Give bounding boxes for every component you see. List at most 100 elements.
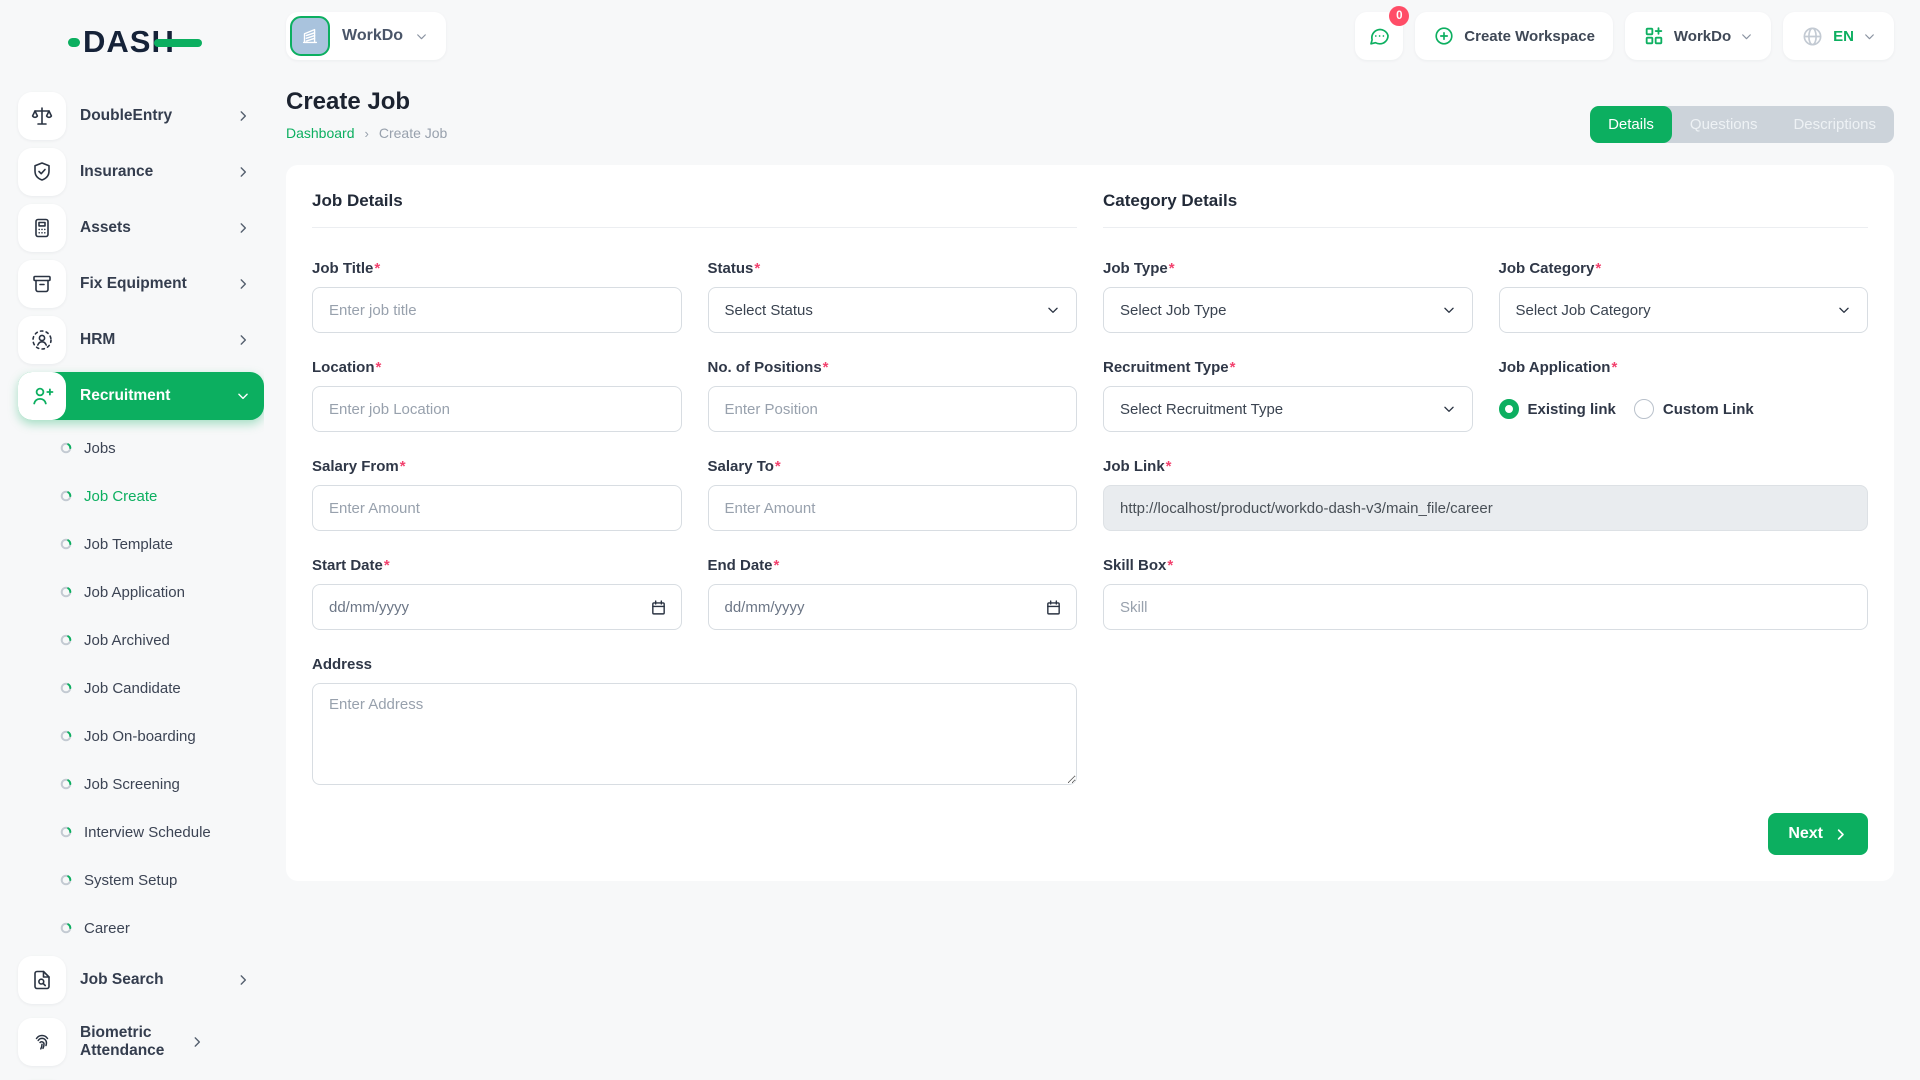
workspace-avatar bbox=[290, 16, 330, 56]
brand-logo[interactable]: DASH bbox=[68, 20, 264, 64]
sidebar-item-label: Job Search bbox=[80, 971, 236, 989]
chevron-right-icon bbox=[236, 109, 250, 123]
end-date-input[interactable]: dd/mm/yyyy bbox=[708, 584, 1078, 630]
workspace-name: WorkDo bbox=[342, 27, 403, 45]
circle-plus-icon bbox=[1433, 25, 1455, 47]
sidebar-subitem-job-create[interactable]: Job Create bbox=[18, 476, 264, 516]
sidebar-item-label: Biometric Attendance bbox=[80, 1024, 190, 1060]
job-category-field: Job Category* Select Job Category bbox=[1499, 260, 1869, 333]
sidebar-item-biometric-attendance[interactable]: Biometric Attendance bbox=[18, 1012, 264, 1072]
salary-from-input[interactable] bbox=[312, 485, 682, 531]
chevron-down-icon bbox=[1740, 30, 1753, 43]
workdo-menu-button[interactable]: WorkDo bbox=[1625, 12, 1771, 60]
calendar-icon[interactable] bbox=[650, 599, 667, 616]
sidebar-item-doubleentry[interactable]: DoubleEntry bbox=[18, 92, 264, 140]
loader-bullet-icon bbox=[60, 634, 72, 646]
existing-link-radio[interactable]: Existing link bbox=[1499, 399, 1616, 419]
sidebar-subitem-label: Job Candidate bbox=[84, 680, 181, 697]
recruitment-type-select[interactable]: Select Recruitment Type bbox=[1103, 386, 1473, 432]
sidebar-subitem-job-application[interactable]: Job Application bbox=[18, 572, 264, 612]
loader-bullet-icon bbox=[60, 490, 72, 502]
start-date-label: Start Date* bbox=[312, 557, 682, 574]
salary-to-input[interactable] bbox=[708, 485, 1078, 531]
status-label: Status* bbox=[708, 260, 1078, 277]
create-job-card: Job Details Job Title* Status* Select St… bbox=[286, 165, 1894, 881]
status-select[interactable]: Select Status bbox=[708, 287, 1078, 333]
sidebar-item-job-search[interactable]: Job Search bbox=[18, 956, 264, 1004]
workspace-selector[interactable]: WorkDo bbox=[286, 12, 446, 60]
skill-box-label: Skill Box* bbox=[1103, 557, 1868, 574]
hrm-users-icon bbox=[18, 316, 66, 364]
step-tabs: Details Questions Descriptions bbox=[1590, 106, 1894, 143]
positions-input[interactable] bbox=[708, 386, 1078, 432]
create-workspace-label: Create Workspace bbox=[1464, 28, 1595, 45]
end-date-label: End Date* bbox=[708, 557, 1078, 574]
sidebar-subitem-career[interactable]: Career bbox=[18, 908, 264, 948]
sidebar-subitem-job-onboarding[interactable]: Job On-boarding bbox=[18, 716, 264, 756]
app-root: DASH DoubleEntry Insurance bbox=[0, 0, 1920, 1080]
messages-button[interactable]: 0 bbox=[1355, 12, 1403, 60]
file-search-icon bbox=[18, 956, 66, 1004]
chevron-down-icon bbox=[415, 30, 428, 43]
page-title-block: Create Job Dashboard › Create Job bbox=[286, 88, 447, 141]
sidebar-subitem-job-template[interactable]: Job Template bbox=[18, 524, 264, 564]
positions-field: No. of Positions* bbox=[708, 359, 1078, 432]
tab-details[interactable]: Details bbox=[1590, 106, 1672, 143]
end-date-field: End Date* dd/mm/yyyy bbox=[708, 557, 1078, 630]
breadcrumb-separator: › bbox=[365, 126, 369, 141]
sidebar-item-label: DoubleEntry bbox=[80, 107, 236, 125]
shield-check-icon bbox=[18, 148, 66, 196]
recruitment-type-field: Recruitment Type* Select Recruitment Typ… bbox=[1103, 359, 1473, 432]
sidebar-item-assets[interactable]: Assets bbox=[18, 204, 264, 252]
language-selector[interactable]: EN bbox=[1783, 12, 1894, 60]
grid-plus-icon bbox=[1643, 25, 1665, 47]
create-workspace-button[interactable]: Create Workspace bbox=[1415, 12, 1613, 60]
radio-unchecked-icon bbox=[1634, 399, 1654, 419]
skill-input[interactable] bbox=[1103, 584, 1868, 630]
chevron-right-icon bbox=[190, 1035, 204, 1049]
sidebar-subitem-system-setup[interactable]: System Setup bbox=[18, 860, 264, 900]
sidebar-item-hrm[interactable]: HRM bbox=[18, 316, 264, 364]
location-input[interactable] bbox=[312, 386, 682, 432]
job-link-readonly-input: http://localhost/product/workdo-dash-v3/… bbox=[1103, 485, 1868, 531]
sidebar-subitem-interview-schedule[interactable]: Interview Schedule bbox=[18, 812, 264, 852]
job-type-select[interactable]: Select Job Type bbox=[1103, 287, 1473, 333]
logo-dot bbox=[68, 38, 80, 47]
chevron-right-icon bbox=[1833, 827, 1848, 842]
sidebar-subitem-label: Jobs bbox=[84, 440, 116, 457]
calendar-icon[interactable] bbox=[1045, 599, 1062, 616]
tab-descriptions[interactable]: Descriptions bbox=[1775, 106, 1894, 143]
start-date-input[interactable]: dd/mm/yyyy bbox=[312, 584, 682, 630]
sidebar-item-recruitment[interactable]: Recruitment bbox=[18, 372, 264, 420]
messages-badge: 0 bbox=[1389, 6, 1409, 26]
loader-bullet-icon bbox=[60, 922, 72, 934]
job-application-radio-group: Existing link Custom Link bbox=[1499, 386, 1869, 432]
sidebar-nav: DoubleEntry Insurance Assets bbox=[18, 92, 264, 1080]
job-title-input[interactable] bbox=[312, 287, 682, 333]
job-application-label: Job Application* bbox=[1499, 359, 1869, 376]
job-type-label: Job Type* bbox=[1103, 260, 1473, 277]
tab-questions[interactable]: Questions bbox=[1672, 106, 1776, 143]
logo-green-bar bbox=[154, 39, 202, 47]
breadcrumb-dashboard-link[interactable]: Dashboard bbox=[286, 125, 355, 141]
chevron-down-icon bbox=[1863, 30, 1876, 43]
sidebar-subitem-job-screening[interactable]: Job Screening bbox=[18, 764, 264, 804]
address-label: Address bbox=[312, 656, 1077, 673]
sidebar-item-label: HRM bbox=[80, 331, 236, 349]
sidebar-item-insurance[interactable]: Insurance bbox=[18, 148, 264, 196]
address-textarea[interactable] bbox=[312, 683, 1077, 785]
sidebar-item-label: Insurance bbox=[80, 163, 236, 181]
recruitment-type-label: Recruitment Type* bbox=[1103, 359, 1473, 376]
next-button[interactable]: Next bbox=[1768, 813, 1868, 855]
sidebar-subitem-job-archived[interactable]: Job Archived bbox=[18, 620, 264, 660]
main-area: WorkDo 0 Create Workspace bbox=[264, 0, 1920, 1080]
section-divider bbox=[1103, 227, 1868, 228]
loader-bullet-icon bbox=[60, 874, 72, 886]
scales-icon bbox=[18, 92, 66, 140]
custom-link-radio[interactable]: Custom Link bbox=[1634, 399, 1754, 419]
sidebar-subitem-jobs[interactable]: Jobs bbox=[18, 428, 264, 468]
sidebar-subitem-job-candidate[interactable]: Job Candidate bbox=[18, 668, 264, 708]
job-category-select[interactable]: Select Job Category bbox=[1499, 287, 1869, 333]
job-title-field: Job Title* bbox=[312, 260, 682, 333]
sidebar-item-fix-equipment[interactable]: Fix Equipment bbox=[18, 260, 264, 308]
